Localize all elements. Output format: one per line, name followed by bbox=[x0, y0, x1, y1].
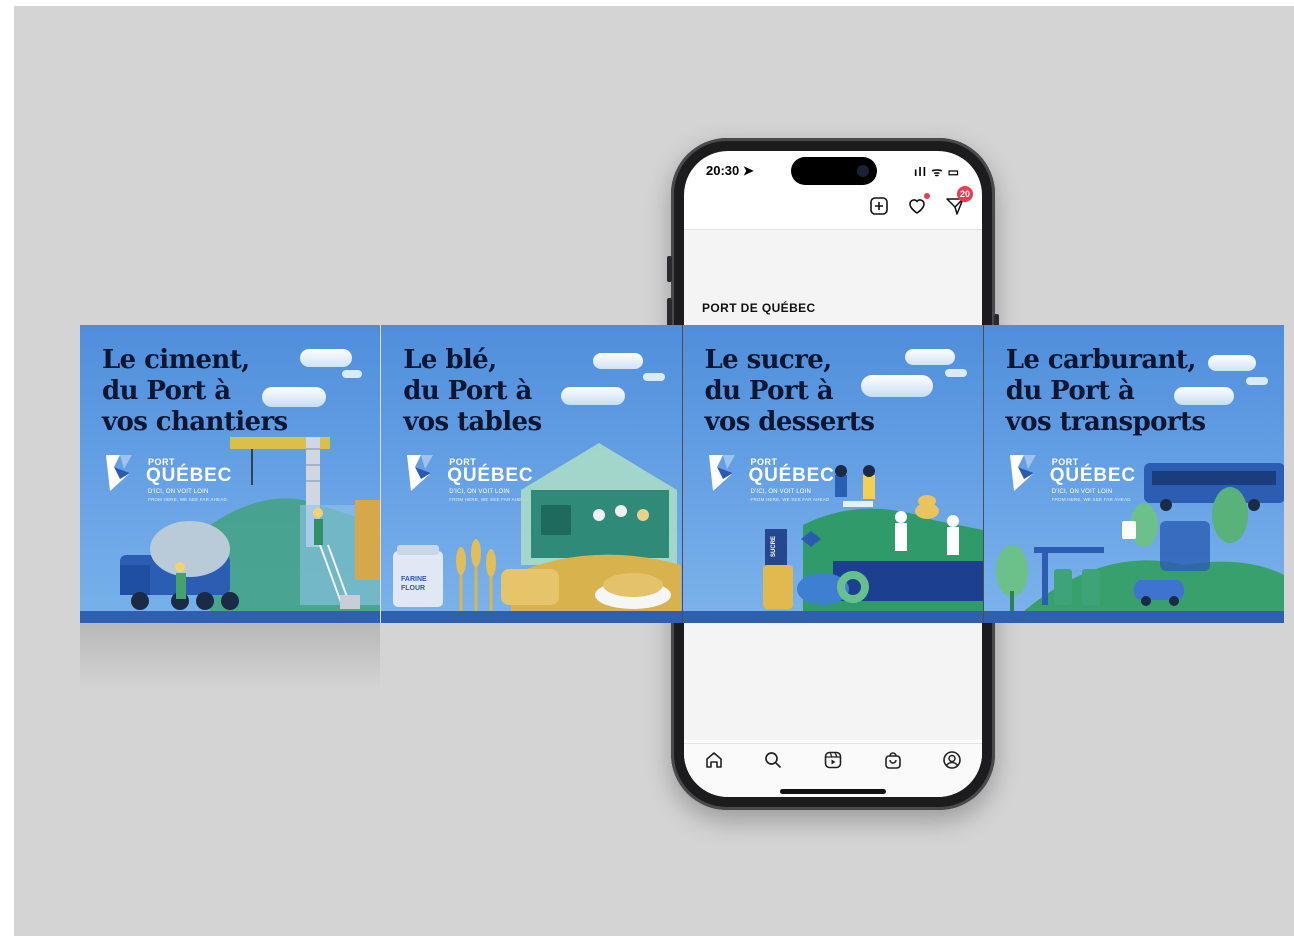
panel-wheat[interactable]: Le blé, du Port à vos tables PORT QUÉBEC… bbox=[380, 325, 682, 623]
message-badge: 20 bbox=[957, 186, 973, 202]
transport-illustration bbox=[995, 463, 1284, 611]
panel-sugar[interactable]: Le sucre, du Port à vos desserts PORT QU… bbox=[681, 325, 983, 623]
panel-band bbox=[80, 611, 381, 623]
send-icon[interactable]: 20 bbox=[944, 186, 973, 217]
heart-notification-dot bbox=[924, 193, 930, 199]
desserts-illustration: SUCRE bbox=[762, 465, 983, 611]
bakery-illustration: FARINE FLOUR bbox=[393, 443, 682, 611]
carousel-strip[interactable]: Le ciment, du Port à vos chantiers PORT … bbox=[80, 325, 1284, 623]
flour-bag-label-en: FLOUR bbox=[401, 585, 425, 592]
status-icons: ıll ᯤ ▭ bbox=[914, 165, 960, 179]
status-time: 20:30 ➤ bbox=[706, 163, 754, 178]
panel-fuel[interactable]: Le carburant, du Port à vos transports P… bbox=[982, 325, 1284, 623]
camera-icon bbox=[857, 165, 869, 177]
reels-icon[interactable] bbox=[821, 748, 845, 772]
profile-icon[interactable] bbox=[940, 748, 964, 772]
plus-square-icon[interactable] bbox=[868, 195, 890, 217]
phone-action-button bbox=[667, 256, 672, 282]
sugar-box-label: SUCRE bbox=[771, 536, 777, 557]
panel-band bbox=[983, 611, 1284, 623]
post-account-name[interactable]: PORT DE QUÉBEC bbox=[702, 301, 816, 315]
panel-band bbox=[682, 611, 983, 623]
search-icon[interactable] bbox=[761, 748, 785, 772]
dynamic-island bbox=[791, 157, 877, 185]
panel-cement[interactable]: Le ciment, du Port à vos chantiers PORT … bbox=[80, 325, 381, 623]
home-indicator bbox=[780, 789, 886, 794]
top-actions: 20 bbox=[868, 186, 973, 217]
heart-icon[interactable] bbox=[906, 193, 930, 217]
construction-illustration bbox=[120, 437, 380, 611]
home-icon[interactable] bbox=[702, 748, 726, 772]
shop-icon[interactable] bbox=[881, 748, 905, 772]
strip-shadow bbox=[80, 620, 380, 690]
panel-band bbox=[381, 611, 682, 623]
flour-bag-label-fr: FARINE bbox=[401, 576, 427, 583]
